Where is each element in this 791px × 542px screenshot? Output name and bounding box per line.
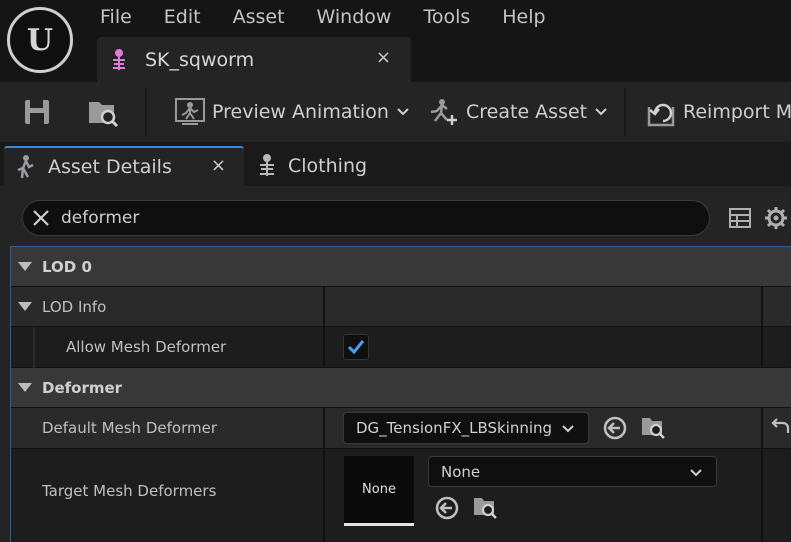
- search-input[interactable]: [61, 208, 661, 228]
- browse-asset-icon[interactable]: [640, 414, 666, 440]
- panel-tab-bar: Asset Details × Clothing: [0, 142, 791, 186]
- close-tab-button[interactable]: ×: [211, 155, 226, 176]
- use-selected-icon[interactable]: [602, 415, 628, 441]
- expand-arrow-icon[interactable]: [18, 262, 32, 271]
- property-list: LOD 0 LOD Info Allow Mesh Deformer Defor…: [10, 246, 791, 542]
- tab-asset-details-label: Asset Details: [48, 156, 172, 178]
- asset-thumbnail[interactable]: None: [344, 456, 414, 526]
- tab-clothing-label: Clothing: [288, 155, 368, 177]
- browse-asset-icon[interactable]: [472, 494, 498, 520]
- column-splitter: [761, 287, 763, 327]
- category-lod-info[interactable]: LOD Info: [11, 287, 791, 327]
- expand-arrow-icon[interactable]: [18, 383, 32, 392]
- target-mesh-deformers-label: Target Mesh Deformers: [42, 482, 217, 500]
- column-splitter[interactable]: [323, 408, 325, 449]
- menu-window[interactable]: Window: [301, 0, 408, 34]
- default-mesh-deformer-label: Default Mesh Deformer: [42, 419, 217, 437]
- tab-clothing[interactable]: Clothing: [248, 146, 398, 186]
- search-box: [22, 200, 710, 236]
- column-splitter: [761, 449, 763, 542]
- table-view-icon[interactable]: [729, 207, 751, 229]
- property-target-mesh-deformers: Target Mesh Deformers None None: [11, 449, 791, 542]
- preview-animation-button[interactable]: Preview Animation: [174, 82, 409, 142]
- reset-to-default-icon[interactable]: [769, 417, 791, 439]
- create-asset-button[interactable]: Create Asset: [428, 82, 607, 142]
- allow-mesh-deformer-label: Allow Mesh Deformer: [66, 338, 227, 356]
- chevron-down-icon: [595, 108, 607, 116]
- indent-guide: [33, 327, 35, 368]
- category-lod0[interactable]: LOD 0: [11, 247, 791, 287]
- category-lod0-label: LOD 0: [42, 258, 92, 276]
- category-deformer[interactable]: Deformer: [11, 368, 791, 408]
- menu-tools[interactable]: Tools: [407, 0, 486, 34]
- menu-edit[interactable]: Edit: [148, 0, 217, 34]
- property-default-mesh-deformer: Default Mesh Deformer DG_TensionFX_LBSki…: [11, 408, 791, 449]
- menu-help[interactable]: Help: [486, 0, 561, 34]
- column-splitter: [761, 327, 763, 368]
- browse-button[interactable]: [86, 82, 120, 142]
- checkmark-icon: [347, 340, 365, 355]
- expand-arrow-icon[interactable]: [18, 302, 32, 311]
- preview-animation-label: Preview Animation: [212, 101, 389, 123]
- asset-details-icon: [17, 155, 34, 179]
- category-deformer-label: Deformer: [42, 379, 123, 397]
- save-icon: [25, 100, 49, 124]
- details-panel: LOD 0 LOD Info Allow Mesh Deformer Defor…: [0, 186, 791, 542]
- clothing-icon: [260, 154, 274, 176]
- unreal-logo-icon[interactable]: U: [7, 7, 73, 73]
- toolbar-separator: [624, 88, 626, 136]
- save-button[interactable]: [22, 82, 52, 142]
- column-splitter[interactable]: [323, 287, 325, 327]
- create-asset-icon: [430, 99, 457, 125]
- title-bar: U File Edit Asset Window Tools Help SK_s…: [0, 0, 791, 82]
- toolbar-separator: [145, 88, 147, 136]
- chevron-down-icon: [397, 108, 409, 116]
- settings-gear-icon[interactable]: [764, 206, 788, 230]
- tab-asset-details[interactable]: Asset Details ×: [4, 146, 244, 186]
- close-tab-button[interactable]: ×: [376, 47, 391, 68]
- create-asset-label: Create Asset: [466, 101, 588, 123]
- menu-asset[interactable]: Asset: [217, 0, 301, 34]
- skeleton-icon: [113, 48, 125, 70]
- default-mesh-deformer-dropdown[interactable]: DG_TensionFX_LBSkinning: [343, 412, 589, 444]
- column-splitter: [761, 408, 763, 449]
- lod-info-label: LOD Info: [42, 298, 107, 316]
- reimport-button[interactable]: Reimport Me: [645, 82, 791, 142]
- toolbar: Preview Animation Create Asset Reimport …: [0, 82, 791, 142]
- column-splitter[interactable]: [323, 327, 325, 368]
- menu-file[interactable]: File: [84, 0, 148, 34]
- target-mesh-deformers-value: None: [441, 462, 481, 481]
- reimport-icon: [647, 103, 675, 127]
- use-selected-icon[interactable]: [434, 495, 460, 521]
- target-mesh-deformers-dropdown[interactable]: None: [428, 456, 717, 487]
- folder-search-icon: [89, 102, 119, 128]
- chevron-down-icon: [562, 425, 574, 433]
- reimport-label: Reimport Me: [683, 101, 791, 123]
- clear-search-icon[interactable]: [31, 208, 51, 228]
- document-tab-label: SK_sqworm: [145, 48, 255, 71]
- column-splitter[interactable]: [323, 449, 325, 542]
- chevron-down-icon: [690, 469, 702, 477]
- menu-bar: File Edit Asset Window Tools Help: [84, 0, 562, 34]
- default-mesh-deformer-value: DG_TensionFX_LBSkinning: [356, 419, 553, 437]
- document-tab[interactable]: SK_sqworm ×: [97, 37, 411, 82]
- allow-mesh-deformer-checkbox[interactable]: [343, 334, 369, 360]
- preview-animation-icon: [175, 98, 205, 125]
- property-allow-mesh-deformer: Allow Mesh Deformer: [11, 327, 791, 368]
